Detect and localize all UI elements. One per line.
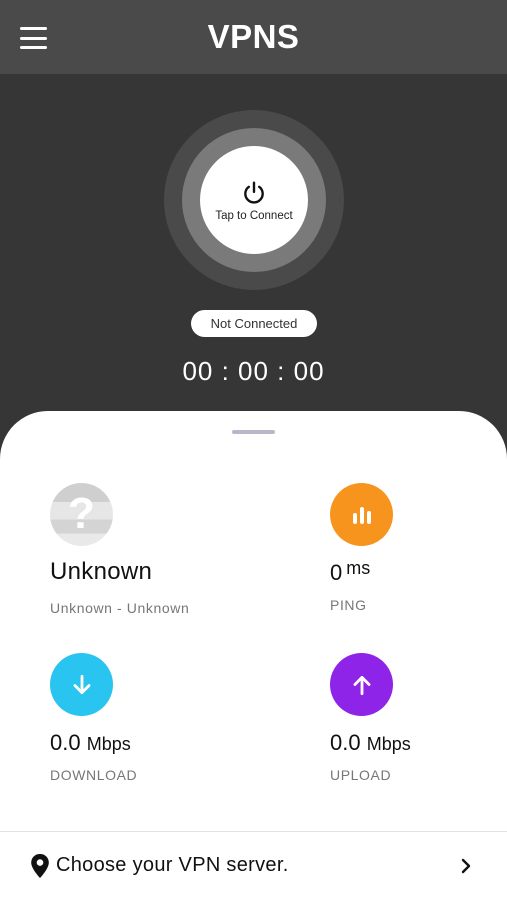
download-stat: 0.0 Mbps DOWNLOAD xyxy=(50,653,137,783)
chevron-right-icon xyxy=(461,858,471,874)
arrow-up-icon xyxy=(330,653,393,716)
download-value: 0.0 xyxy=(50,730,81,755)
map-pin-icon xyxy=(31,854,49,878)
question-mark-icon: ? xyxy=(50,483,113,546)
connection-timer: 00 : 00 : 00 xyxy=(182,356,325,386)
arrow-down-icon xyxy=(50,653,113,716)
upload-unit: Mbps xyxy=(366,734,411,754)
ping-stat: 0 ms PING xyxy=(330,483,393,613)
ping-unit: ms xyxy=(346,558,371,578)
vpn-app-screen: VPNS Tap to Connect Not Connected 00 : 0… xyxy=(0,0,507,900)
sheet-drag-handle[interactable] xyxy=(232,430,275,434)
upload-caption: UPLOAD xyxy=(330,767,392,783)
ping-caption: PING xyxy=(330,597,367,613)
top-bar: VPNS xyxy=(0,0,507,74)
download-unit: Mbps xyxy=(86,734,131,754)
choose-server-button[interactable]: Choose your VPN server. xyxy=(0,832,507,900)
stats-bottom-sheet: ? Unknown Unknown - Unknown 0 ms PING 0.… xyxy=(0,411,507,900)
choose-server-label: Choose your VPN server. xyxy=(56,854,289,876)
ping-value: 0 xyxy=(330,560,343,585)
connect-button[interactable]: Tap to Connect xyxy=(200,146,308,254)
location-detail: Unknown - Unknown xyxy=(50,600,190,616)
location-name: Unknown xyxy=(50,558,153,585)
bar-chart-icon xyxy=(330,483,393,546)
upload-value: 0.0 xyxy=(330,730,361,755)
connect-button-label: Tap to Connect xyxy=(215,210,293,222)
download-caption: DOWNLOAD xyxy=(50,767,138,783)
location-stat: ? Unknown Unknown - Unknown xyxy=(50,483,189,616)
connection-status-badge: Not Connected xyxy=(191,310,317,337)
power-icon xyxy=(244,181,264,204)
upload-stat: 0.0 Mbps UPLOAD xyxy=(330,653,411,783)
app-title: VPNS xyxy=(207,18,300,55)
